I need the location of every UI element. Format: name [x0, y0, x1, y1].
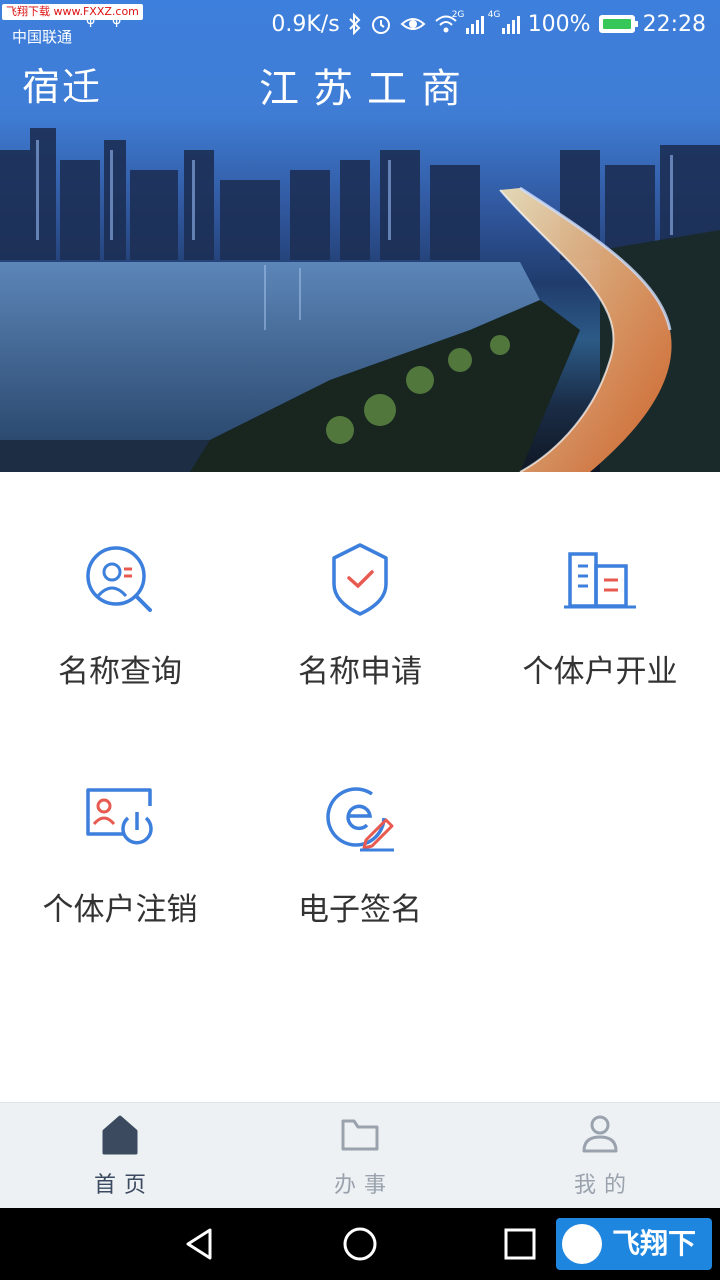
- watermark-logo: 飞翔下载: [556, 1218, 712, 1280]
- battery-icon: [598, 15, 638, 33]
- tab-label: 首页: [93, 1173, 154, 1198]
- building-icon: [564, 552, 636, 609]
- status-bar: 中国联通 ψ ψ 0.9K/s 2G 4G 100% 22:28: [0, 0, 720, 50]
- folder-icon: [341, 1119, 379, 1151]
- home-button-icon[interactable]: [340, 1224, 380, 1264]
- alarm-icon: [371, 16, 390, 34]
- service-label: 个体户开业: [522, 654, 678, 690]
- name-search-icon: [86, 546, 152, 612]
- tab-label: 我的: [573, 1173, 634, 1198]
- carrier-label: 中国联通: [12, 28, 73, 46]
- battery-percent: 100%: [527, 11, 591, 37]
- user-icon: [582, 1115, 618, 1153]
- eye-icon: [400, 18, 426, 30]
- signal-4g-icon: 4G: [488, 10, 520, 34]
- clock: 22:28: [642, 11, 706, 37]
- app-screen: 飞翔下载 www.FXXZ.com 中国联通 ψ ψ 0.9K/s 2G 4G …: [0, 0, 720, 1280]
- watermark-logo-icon: [562, 1224, 602, 1264]
- service-label: 名称申请: [298, 654, 422, 690]
- signal-2g-icon: 2G: [452, 10, 484, 34]
- service-label: 个体户注销: [42, 892, 198, 928]
- service-name-apply[interactable]: 名称申请: [240, 540, 480, 691]
- home-icon: [102, 1115, 138, 1155]
- e-signature-icon: [326, 787, 394, 852]
- service-label: 电子签名: [298, 892, 422, 928]
- service-e-signature[interactable]: 电子签名: [240, 778, 480, 929]
- system-nav-bar: 飞翔下载: [0, 1208, 720, 1280]
- tab-label: 办事: [333, 1173, 394, 1198]
- service-label: 名称查询: [58, 654, 182, 690]
- tab-services[interactable]: 办事: [240, 1103, 480, 1209]
- usb-icon: ψ: [86, 12, 96, 28]
- back-icon[interactable]: [180, 1226, 220, 1262]
- service-business-open[interactable]: 个体户开业: [480, 540, 720, 691]
- shield-check-icon: [332, 543, 388, 616]
- service-business-close[interactable]: 个体户注销: [0, 778, 240, 929]
- page-title: 江苏工商: [259, 66, 475, 112]
- usb-icon-2: ψ: [112, 12, 122, 28]
- bottom-tab-bar: 首页 办事 我的: [0, 1102, 720, 1208]
- bluetooth-icon: [348, 13, 361, 35]
- id-card-power-icon: [86, 788, 153, 845]
- tab-mine[interactable]: 我的: [480, 1103, 720, 1209]
- hero-banner: 飞翔下载 www.FXXZ.com 中国联通 ψ ψ 0.9K/s 2G 4G …: [0, 0, 720, 472]
- service-name-search[interactable]: 名称查询: [0, 540, 240, 691]
- recents-icon[interactable]: [502, 1226, 538, 1262]
- tab-home[interactable]: 首页: [0, 1103, 240, 1209]
- network-speed: 0.9K/s: [271, 11, 340, 37]
